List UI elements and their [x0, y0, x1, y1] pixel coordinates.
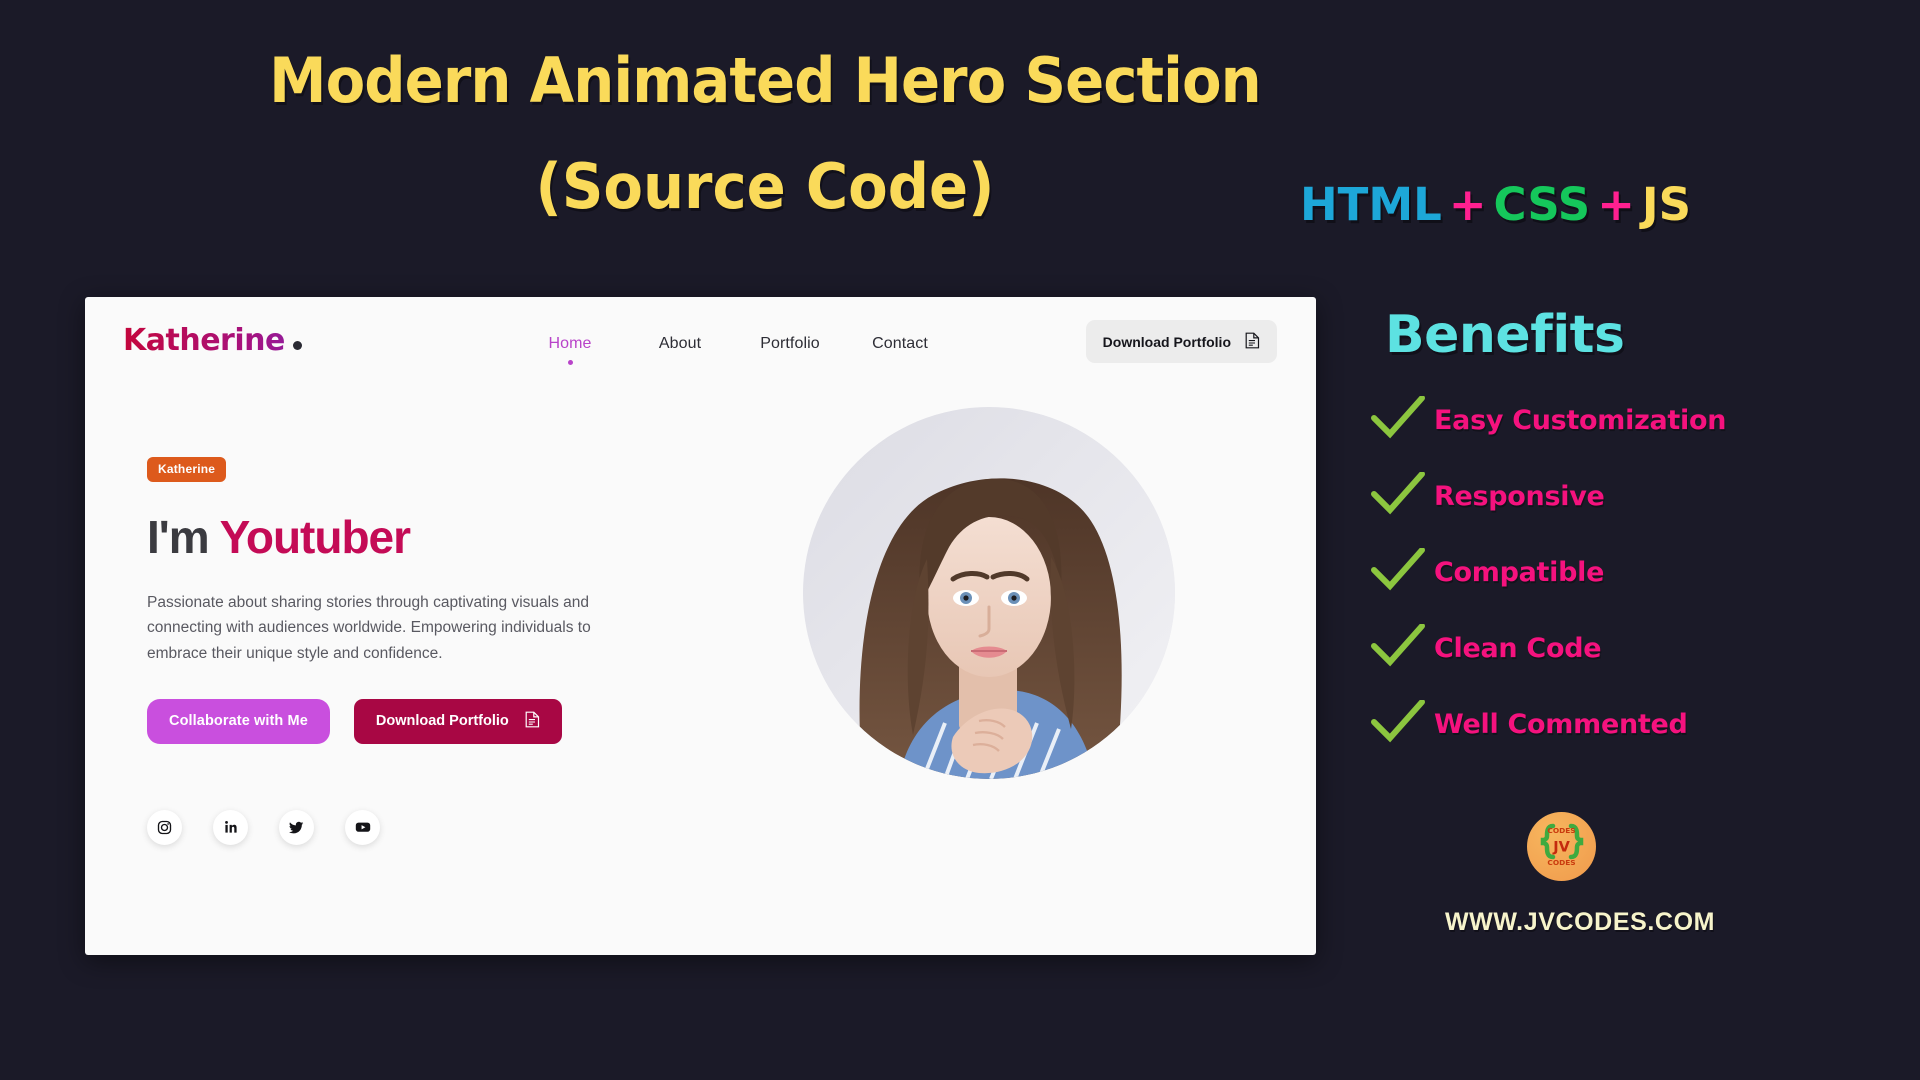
check-icon	[1370, 394, 1434, 445]
hero-title: I'm Youtuber	[147, 510, 667, 564]
benefit-label: Compatible	[1434, 556, 1605, 588]
check-icon	[1370, 546, 1434, 597]
hero-left-column: Katherine I'm Youtuber Passionate about …	[147, 457, 667, 845]
site-url: WWW.JVCODES.COM	[1444, 908, 1716, 936]
hero-description: Passionate about sharing stories through…	[147, 594, 591, 662]
benefit-item: Easy Customization	[1370, 394, 1727, 445]
benefit-item: Responsive	[1370, 470, 1726, 521]
brand-name: Katherine	[123, 323, 285, 358]
document-icon	[525, 711, 540, 732]
benefit-label: Easy Customization	[1434, 404, 1727, 436]
website-preview-card: Katherine Home About Portfolio Contact D…	[85, 297, 1316, 955]
linkedin-icon[interactable]	[213, 809, 248, 845]
benefit-item: Clean Code	[1370, 622, 1726, 673]
site-navbar: Katherine Home About Portfolio Contact D…	[85, 297, 1316, 397]
nav-download-portfolio-button[interactable]: Download Portfolio	[1085, 320, 1277, 363]
hero-title-prefix: I'm	[147, 511, 220, 563]
logo-text-top: CODES	[1547, 826, 1575, 835]
benefit-item: Well Commented	[1370, 698, 1726, 749]
hero-badge: Katherine	[147, 457, 227, 482]
hero-title-accent: Youtuber	[219, 511, 411, 563]
nav-item-about[interactable]: About	[625, 335, 735, 353]
stack-html: HTML	[1300, 178, 1442, 231]
hero-portrait-photo	[803, 407, 1175, 779]
check-icon	[1370, 698, 1434, 749]
collaborate-button[interactable]: Collaborate with Me	[147, 698, 330, 744]
instagram-icon[interactable]	[147, 809, 182, 845]
hero-cta-group: Collaborate with Me Download Portfolio	[147, 698, 667, 744]
jvcodes-logo: CODES JV CODES	[1527, 812, 1596, 881]
benefit-label: Well Commented	[1434, 708, 1688, 740]
social-links	[147, 809, 667, 845]
download-portfolio-label: Download Portfolio	[375, 713, 509, 730]
nav-download-portfolio-label: Download Portfolio	[1102, 333, 1231, 350]
benefits-heading: Benefits	[1385, 305, 1625, 365]
logo-text-mid: JV	[1552, 840, 1570, 856]
nav-item-home[interactable]: Home	[515, 335, 625, 365]
stack-plus-2: +	[1597, 178, 1635, 231]
brand-logo[interactable]: Katherine	[123, 323, 302, 358]
check-icon	[1370, 622, 1434, 673]
nav-links: Home About Portfolio Contact	[515, 335, 955, 365]
benefit-item: Compatible	[1370, 546, 1726, 597]
nav-item-contact[interactable]: Contact	[845, 335, 955, 353]
banner-title-line2: (Source Code)	[535, 150, 995, 223]
benefits-list: Easy Customization Responsive Compatible…	[1370, 394, 1727, 749]
stack-css: CSS	[1493, 178, 1591, 231]
banner-title-line1: Modern Animated Hero Section	[269, 44, 1262, 117]
check-icon	[1370, 470, 1434, 521]
benefit-label: Clean Code	[1434, 632, 1602, 664]
benefit-label: Responsive	[1434, 480, 1605, 512]
nav-item-portfolio[interactable]: Portfolio	[735, 335, 845, 353]
banner: Modern Animated Hero Section (Source Cod…	[0, 0, 1920, 290]
twitter-icon[interactable]	[279, 809, 314, 845]
tech-stack-label: HTML + CSS + JS	[1300, 178, 1691, 231]
youtube-icon[interactable]	[345, 809, 380, 845]
logo-text-bottom: CODES	[1547, 858, 1575, 867]
document-icon	[1245, 332, 1260, 352]
download-portfolio-button[interactable]: Download Portfolio	[353, 698, 562, 744]
stack-js: JS	[1641, 178, 1692, 231]
brand-dot-icon	[292, 341, 302, 350]
stack-plus-1: +	[1448, 178, 1487, 231]
